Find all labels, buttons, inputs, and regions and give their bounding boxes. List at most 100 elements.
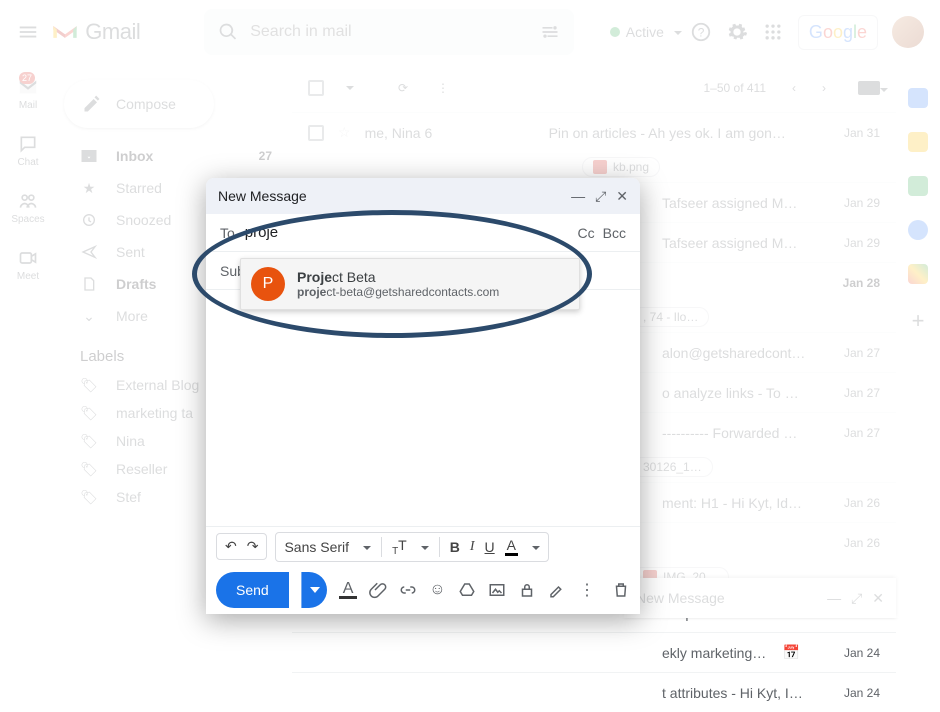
hamburger-icon[interactable] [16,20,39,44]
nav-label: Inbox [116,148,153,164]
refresh-icon[interactable]: ⟳ [392,77,414,99]
cc-button[interactable]: Cc [578,225,595,241]
calendar-addon-icon[interactable] [908,88,928,108]
send-toolbar: Send A ☺ ⋮ [206,566,640,614]
caret-down-icon [670,24,682,40]
compose-title: New Message [218,188,307,204]
apps-icon[interactable] [762,21,784,43]
text-color-button[interactable]: A [505,537,518,556]
message-row[interactable]: ekly marketing team m…📅Jan 24 [292,632,896,672]
tune-icon[interactable] [540,22,560,42]
discard-icon[interactable] [612,581,630,599]
more-options-icon[interactable]: ⋮ [578,581,596,599]
rail-spaces[interactable]: Spaces [11,190,44,225]
link-icon[interactable] [399,581,417,599]
rail-spaces-label: Spaces [11,214,44,225]
nav-count: 27 [259,149,272,163]
settings-icon[interactable] [726,21,748,43]
nav-label: Drafts [116,276,156,292]
tag-icon: 🏷 [80,460,98,478]
attachment-chip[interactable]: kb.png [582,157,660,177]
compose-label: Compose [116,96,176,112]
rail-meet[interactable]: Meet [17,247,39,282]
svg-text:?: ? [698,26,705,40]
message-row[interactable]: t attributes - Hi Kyt, I t…Jan 24 [292,672,896,712]
select-dropdown[interactable] [342,81,354,95]
select-all-checkbox[interactable] [308,80,324,96]
contacts-addon-icon[interactable] [908,220,928,240]
addon-icon[interactable] [908,264,928,284]
font-select[interactable]: Sans Serif [284,539,349,555]
undo-icon[interactable]: ↶ [225,538,237,555]
expand-icon[interactable]: ⤢ [595,188,606,205]
chat-icon [17,133,39,155]
presence-dot-icon [610,27,620,37]
nav-label: More [116,308,148,324]
drive-icon[interactable] [458,581,476,599]
calendar-icon: 📅 [783,644,800,661]
send-icon [80,243,98,261]
bold-button[interactable]: B [450,539,460,555]
more-icon[interactable]: ⋮ [432,77,454,99]
clock-icon [80,211,98,229]
nav-inbox[interactable]: Inbox 27 [56,140,292,172]
mail-toolbar: ⟳ ⋮ 1–50 of 411 ‹ › [292,64,896,112]
close-icon[interactable]: ✕ [616,188,628,205]
message-row[interactable]: ☆ me, Nina 6 Pin on articles - Ah yes ok… [292,112,896,152]
compose-titlebar[interactable]: New Message — ⤢ ✕ [206,178,640,214]
row-date: Jan 31 [820,126,880,140]
font-size-icon[interactable]: TT [392,537,407,557]
presence-chip[interactable]: Active [610,24,682,40]
bcc-button[interactable]: Bcc [603,225,626,241]
underline-button[interactable]: U [485,539,495,555]
page-range: 1–50 of 411 [703,81,766,95]
emoji-icon[interactable]: ☺ [429,581,446,599]
account-avatar[interactable] [892,16,924,48]
tag-icon: 🏷 [80,488,98,506]
minimize-icon[interactable]: — [827,590,841,607]
keep-addon-icon[interactable] [908,132,928,152]
draft-icon [80,275,98,293]
presence-label: Active [626,24,664,40]
next-page[interactable]: › [822,81,826,95]
attach-icon[interactable] [369,581,387,599]
signature-icon[interactable] [548,581,566,599]
to-label: To [220,225,235,241]
minimized-compose-tab[interactable]: New Message — ⤢ ✕ [624,578,896,618]
spaces-icon [17,190,39,212]
add-addon-icon[interactable]: + [912,308,925,334]
expand-icon[interactable]: ⤢ [851,590,862,607]
row-sender: me, Nina 6 [365,125,535,141]
input-tools-icon[interactable] [858,81,880,95]
help-icon[interactable]: ? [690,21,712,43]
to-input[interactable] [245,224,568,241]
confidential-icon[interactable] [518,581,536,599]
send-options-button[interactable] [301,572,328,608]
tag-icon: 🏷 [80,376,98,394]
row-subject: Pin on articles - Ah yes ok. I am gon… [549,125,806,141]
rail-mail[interactable]: 27 Mail [17,76,39,111]
formatting-icon[interactable]: A [339,581,356,599]
minimize-icon[interactable]: — [571,188,585,205]
prev-page[interactable]: ‹ [792,81,796,95]
nav-label: Sent [116,244,145,260]
compose-body[interactable] [206,290,640,526]
row-checkbox[interactable] [308,125,324,141]
suggestion-email: project-beta@getsharedcontacts.com [297,285,499,299]
italic-button[interactable]: I [470,539,475,555]
search-input[interactable] [250,23,528,41]
send-button[interactable]: Send [216,572,289,608]
contact-suggestion[interactable]: P Project Beta project-beta@getsharedcon… [240,258,580,310]
star-icon: ★ [80,179,98,197]
search-bar[interactable] [204,9,574,55]
tag-icon: 🏷 [80,432,98,450]
photo-icon[interactable] [488,581,506,599]
redo-icon[interactable]: ↷ [247,538,259,555]
rail-chat[interactable]: Chat [17,133,39,168]
tasks-addon-icon[interactable] [908,176,928,196]
star-icon[interactable]: ☆ [338,124,351,141]
compose-button[interactable]: Compose [64,80,214,128]
close-icon[interactable]: ✕ [872,590,884,607]
to-row[interactable]: To Cc Bcc [206,214,640,252]
google-logo[interactable]: Google [798,15,878,50]
